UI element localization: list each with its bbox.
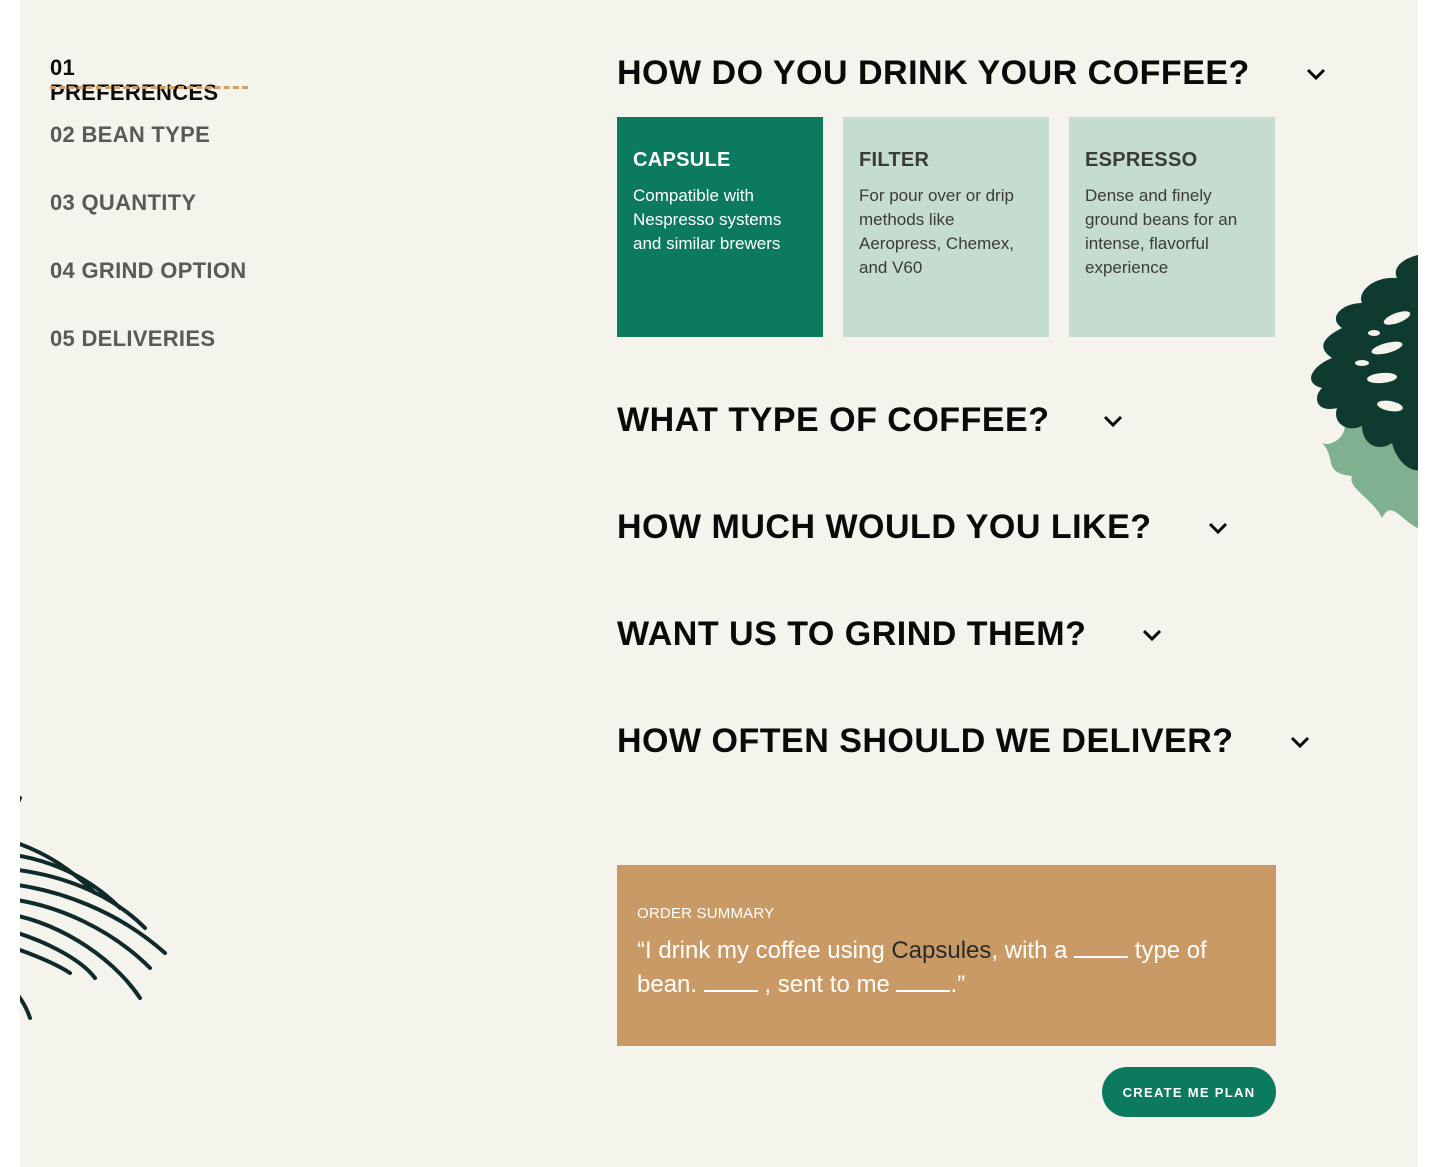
option-title: FILTER: [859, 149, 930, 171]
option-title: ESPRESSO: [1085, 149, 1198, 171]
question-delivery[interactable]: HOW OFTEN SHOULD WE DELIVER?: [617, 722, 1310, 761]
chevron-down-icon[interactable]: [1103, 414, 1123, 428]
option-filter[interactable]: FILTER For pour over or drip methods lik…: [843, 117, 1049, 337]
summary-selected-method: Capsules: [891, 937, 992, 964]
summary-blank-delivery: [896, 972, 951, 992]
plan-page: 01 PREFERENCES 02 BEAN TYPE 03 QUANTITY …: [20, 0, 1418, 1167]
order-summary-label: ORDER SUMMARY: [637, 905, 775, 922]
option-description: Dense and finely ground beans for an int…: [1085, 186, 1238, 277]
question-grind[interactable]: WANT US TO GRIND THEM?: [617, 615, 1162, 654]
step-preferences[interactable]: 01 PREFERENCES: [50, 56, 250, 106]
question-title: HOW DO YOU DRINK YOUR COFFEE?: [617, 54, 1250, 92]
step-label: PREFERENCES: [50, 80, 219, 105]
option-capsule[interactable]: CAPSULE Compatible with Nespresso system…: [617, 117, 823, 337]
question-coffee-type[interactable]: WHAT TYPE OF COFFEE?: [617, 401, 1123, 440]
option-description: Compatible with Nespresso systems and si…: [633, 186, 782, 253]
summary-text-part: , with a: [991, 937, 1075, 964]
summary-text-part: “I drink my coffee using: [637, 937, 892, 964]
question-drink[interactable]: HOW DO YOU DRINK YOUR COFFEE?: [617, 54, 1326, 93]
option-title: CAPSULE: [633, 149, 731, 171]
summary-blank-bean-type: [1074, 938, 1129, 958]
question-quantity[interactable]: HOW MUCH WOULD YOU LIKE?: [617, 508, 1228, 547]
step-deliveries[interactable]: 05 DELIVERIES: [50, 326, 215, 352]
step-number: 01: [50, 55, 76, 80]
question-title: WHAT TYPE OF COFFEE?: [617, 401, 1050, 439]
create-plan-button[interactable]: CREATE ME PLAN: [1102, 1067, 1276, 1117]
step-quantity[interactable]: 03 QUANTITY: [50, 190, 196, 216]
summary-text-part: , sent to me: [757, 971, 897, 998]
question-title: HOW MUCH WOULD YOU LIKE?: [617, 508, 1152, 546]
option-espresso[interactable]: ESPRESSO Dense and finely ground beans f…: [1069, 117, 1275, 337]
palm-leaf-icon: [20, 796, 167, 1020]
chevron-down-icon[interactable]: [1290, 735, 1310, 749]
order-summary: ORDER SUMMARY “I drink my coffee using C…: [617, 865, 1276, 1046]
chevron-down-icon[interactable]: [1306, 67, 1326, 81]
chevron-down-icon[interactable]: [1208, 521, 1228, 535]
question-title: HOW OFTEN SHOULD WE DELIVER?: [617, 722, 1234, 760]
step-bean-type[interactable]: 02 BEAN TYPE: [50, 122, 210, 148]
summary-blank-grind: [703, 972, 758, 992]
step-grind-option[interactable]: 04 GRIND OPTION: [50, 258, 246, 284]
active-step-underline: [50, 86, 248, 89]
question-title: WANT US TO GRIND THEM?: [617, 615, 1087, 653]
option-description: For pour over or drip methods like Aerop…: [859, 186, 1014, 277]
chevron-down-icon[interactable]: [1142, 628, 1162, 642]
brew-method-options: CAPSULE Compatible with Nespresso system…: [617, 117, 1275, 337]
monstera-leaf-icon: [1311, 255, 1418, 529]
plan-steps-nav: 01 PREFERENCES 02 BEAN TYPE 03 QUANTITY …: [50, 56, 310, 351]
order-summary-text: “I drink my coffee using Capsules, with …: [637, 934, 1256, 1002]
summary-text-part: .”: [950, 971, 966, 998]
